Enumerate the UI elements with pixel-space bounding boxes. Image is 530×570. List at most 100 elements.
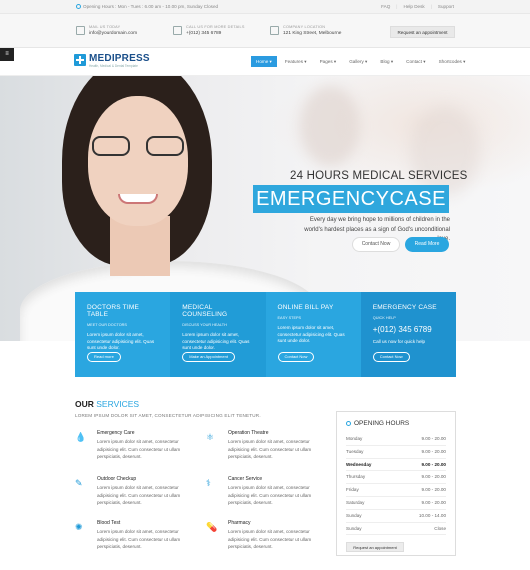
box-text: Lorem ipsum dolor sit amet, consectetur … (277, 325, 345, 343)
nav-item-blog[interactable]: Blog ▾ (375, 56, 398, 67)
service-text: Lorem ipsum dolor sit amet, consectetur … (228, 485, 312, 505)
clock-icon (346, 421, 351, 426)
logo-tagline: Health, Medical & Dental Template (89, 64, 138, 68)
contact-now-small-button[interactable]: Contact Now (277, 352, 315, 362)
nav-item-shortcodes[interactable]: Shortcodes ▾ (434, 56, 471, 67)
box-title: DOCTORS TIME TABLE (87, 304, 139, 318)
time: 9.00 - 20.00 (421, 436, 446, 441)
request-appointment-button[interactable]: Request an appointment (390, 26, 455, 38)
service-text: Lorem ipsum dolor sit amet, consectetur … (97, 439, 181, 459)
glasses-icon (92, 136, 184, 158)
phone-info: CALL US FOR MORE DETAILS +(012) 345 6789 (173, 25, 245, 36)
emergency-case-box: EMERGENCY CASE QUICK HELP +(012) 345 678… (360, 292, 456, 377)
nav-label: Pages (319, 59, 333, 64)
nav-label: Home (256, 59, 269, 64)
doctors-timetable-box: DOCTORS TIME TABLE MEET OUR DOCTORS Lore… (75, 292, 171, 377)
service-text: Lorem ipsum dolor sit amet, consectetur … (97, 485, 181, 505)
pill-icon: 💊 (206, 522, 218, 532)
box-subtitle: EASY STEPS (277, 316, 302, 320)
opening-hours-title: OPENING HOURS (346, 420, 446, 427)
service-name: Operation Theatre (228, 430, 269, 436)
phone-icon (173, 26, 182, 35)
time: 9.00 - 20.00 (421, 474, 446, 480)
caduceus-icon: ⚕ (206, 478, 211, 488)
top-bar: Opening Hours : Mon - Tues : 6.00 am - 1… (0, 0, 530, 14)
box-title: EMERGENCY CASE (372, 304, 437, 311)
feature-boxes: DOCTORS TIME TABLE MEET OUR DOCTORS Lore… (75, 292, 456, 377)
background-person (410, 106, 480, 196)
service-name: Blood Test (97, 520, 121, 526)
virus-icon: ✺ (75, 522, 83, 532)
hours-row: Saturday 9.00 - 20.00 (346, 497, 446, 510)
day: Tuesday (346, 448, 364, 454)
medical-counseling-box: MEDICAL COUNSELING DISCUSS YOUR HEALTH L… (170, 292, 266, 377)
read-more-small-button[interactable]: Read more (87, 352, 121, 362)
hours-row-today: Wednesday 9.00 - 20.00 (346, 459, 446, 472)
service-name: Emergency Care (97, 430, 135, 436)
day: Sunday (346, 525, 362, 531)
nav-item-features[interactable]: Features ▾ (280, 56, 312, 67)
cross-logo-icon[interactable] (74, 54, 86, 66)
opening-hours-widget: OPENING HOURS Monday 9.00 - 20.00 Tuesday… (336, 411, 456, 556)
syringe-icon: ✎ (75, 478, 83, 488)
clock-icon (76, 4, 81, 9)
box-subtitle: QUICK HELP (372, 316, 396, 320)
hours-row: Sunday 10.00 - 14.00 (346, 510, 446, 523)
time: 10.00 - 14.00 (418, 512, 446, 518)
support-link[interactable]: Support (438, 4, 454, 9)
day: Sunday (346, 512, 362, 518)
box-text: Call us now for quick help (372, 339, 426, 344)
faq-link[interactable]: FAQ (381, 4, 390, 9)
nav-item-gallery[interactable]: Gallery ▾ (344, 56, 372, 67)
services-heading-accent: SERVICES (96, 399, 140, 409)
time: 9.00 - 20.00 (421, 448, 446, 454)
doctor-smile (118, 194, 158, 204)
molecule-icon: ⚛ (206, 432, 215, 442)
service-name: Cancer Service (228, 476, 263, 482)
service-text: Lorem ipsum dolor sit amet, consectetur … (228, 439, 312, 459)
nav-label: Gallery (349, 59, 364, 64)
time: 9.00 - 20.00 (421, 487, 446, 493)
phone-value[interactable]: +(012) 345 6789 (186, 31, 245, 36)
services-heading-main: OUR (75, 399, 97, 409)
day: Wednesday (346, 461, 372, 467)
nav-item-pages[interactable]: Pages ▾ (315, 56, 342, 67)
hours-row: Tuesday 9.00 - 20.00 (346, 446, 446, 459)
contact-now-small-button[interactable]: Contact Now (372, 352, 410, 362)
hours-row: Sunday Close (346, 523, 446, 536)
contact-now-button[interactable]: Contact Now (352, 237, 400, 252)
read-more-button[interactable]: Read More (405, 237, 449, 252)
box-subtitle: MEET OUR DOCTORS (87, 323, 127, 327)
opening-hours-heading: OPENING HOURS (354, 420, 410, 427)
service-text: Lorem ipsum dolor sit amet, consectetur … (228, 529, 312, 549)
nav-item-contact[interactable]: Contact ▾ (401, 56, 430, 67)
box-title: MEDICAL COUNSELING (182, 304, 228, 318)
mail-icon (76, 26, 85, 35)
day: Friday (346, 487, 359, 493)
emergency-phone[interactable]: +(012) 345 6789 (373, 325, 444, 334)
building-icon (270, 26, 279, 35)
location-label: COMPANY LOCATION (283, 25, 326, 29)
box-subtitle: DISCUSS YOUR HEALTH (182, 323, 227, 327)
separator: | (430, 4, 432, 9)
make-appointment-button[interactable]: Make an Appointment (182, 352, 235, 362)
hours-row: Friday 9.00 - 20.00 (346, 484, 446, 497)
settings-toggle-icon[interactable]: ≡ (0, 48, 14, 61)
phone-label: CALL US FOR MORE DETAILS (186, 25, 245, 29)
box-text: Lorem ipsum dolor sit amet, consectetur … (87, 332, 155, 350)
email-info: MAIL US TODAY info@yourdomain.com (76, 25, 137, 36)
hero-title: EMERGENCYCASE (253, 185, 449, 213)
day: Saturday (346, 499, 365, 505)
day: Thursday (346, 474, 366, 480)
box-title: ONLINE BILL PAY (277, 304, 334, 311)
email-value[interactable]: info@yourdomain.com (89, 31, 137, 36)
nav-item-home[interactable]: Home ▾ (251, 56, 277, 67)
service-name: Outdoor Checkup (97, 476, 137, 482)
request-appointment-button[interactable]: Request an appointment (346, 542, 404, 553)
help-desk-link[interactable]: Help Desk (404, 4, 425, 9)
logo-text[interactable]: MEDIPRESS (89, 53, 150, 64)
location-info: COMPANY LOCATION 121 King Street, Melbou… (270, 25, 341, 36)
nav-label: Shortcodes (438, 59, 462, 64)
hours-row: Thursday 9.00 - 20.00 (346, 471, 446, 485)
main-menu: Home ▾ Features ▾ Pages ▾ Gallery ▾ Blog… (251, 56, 473, 67)
